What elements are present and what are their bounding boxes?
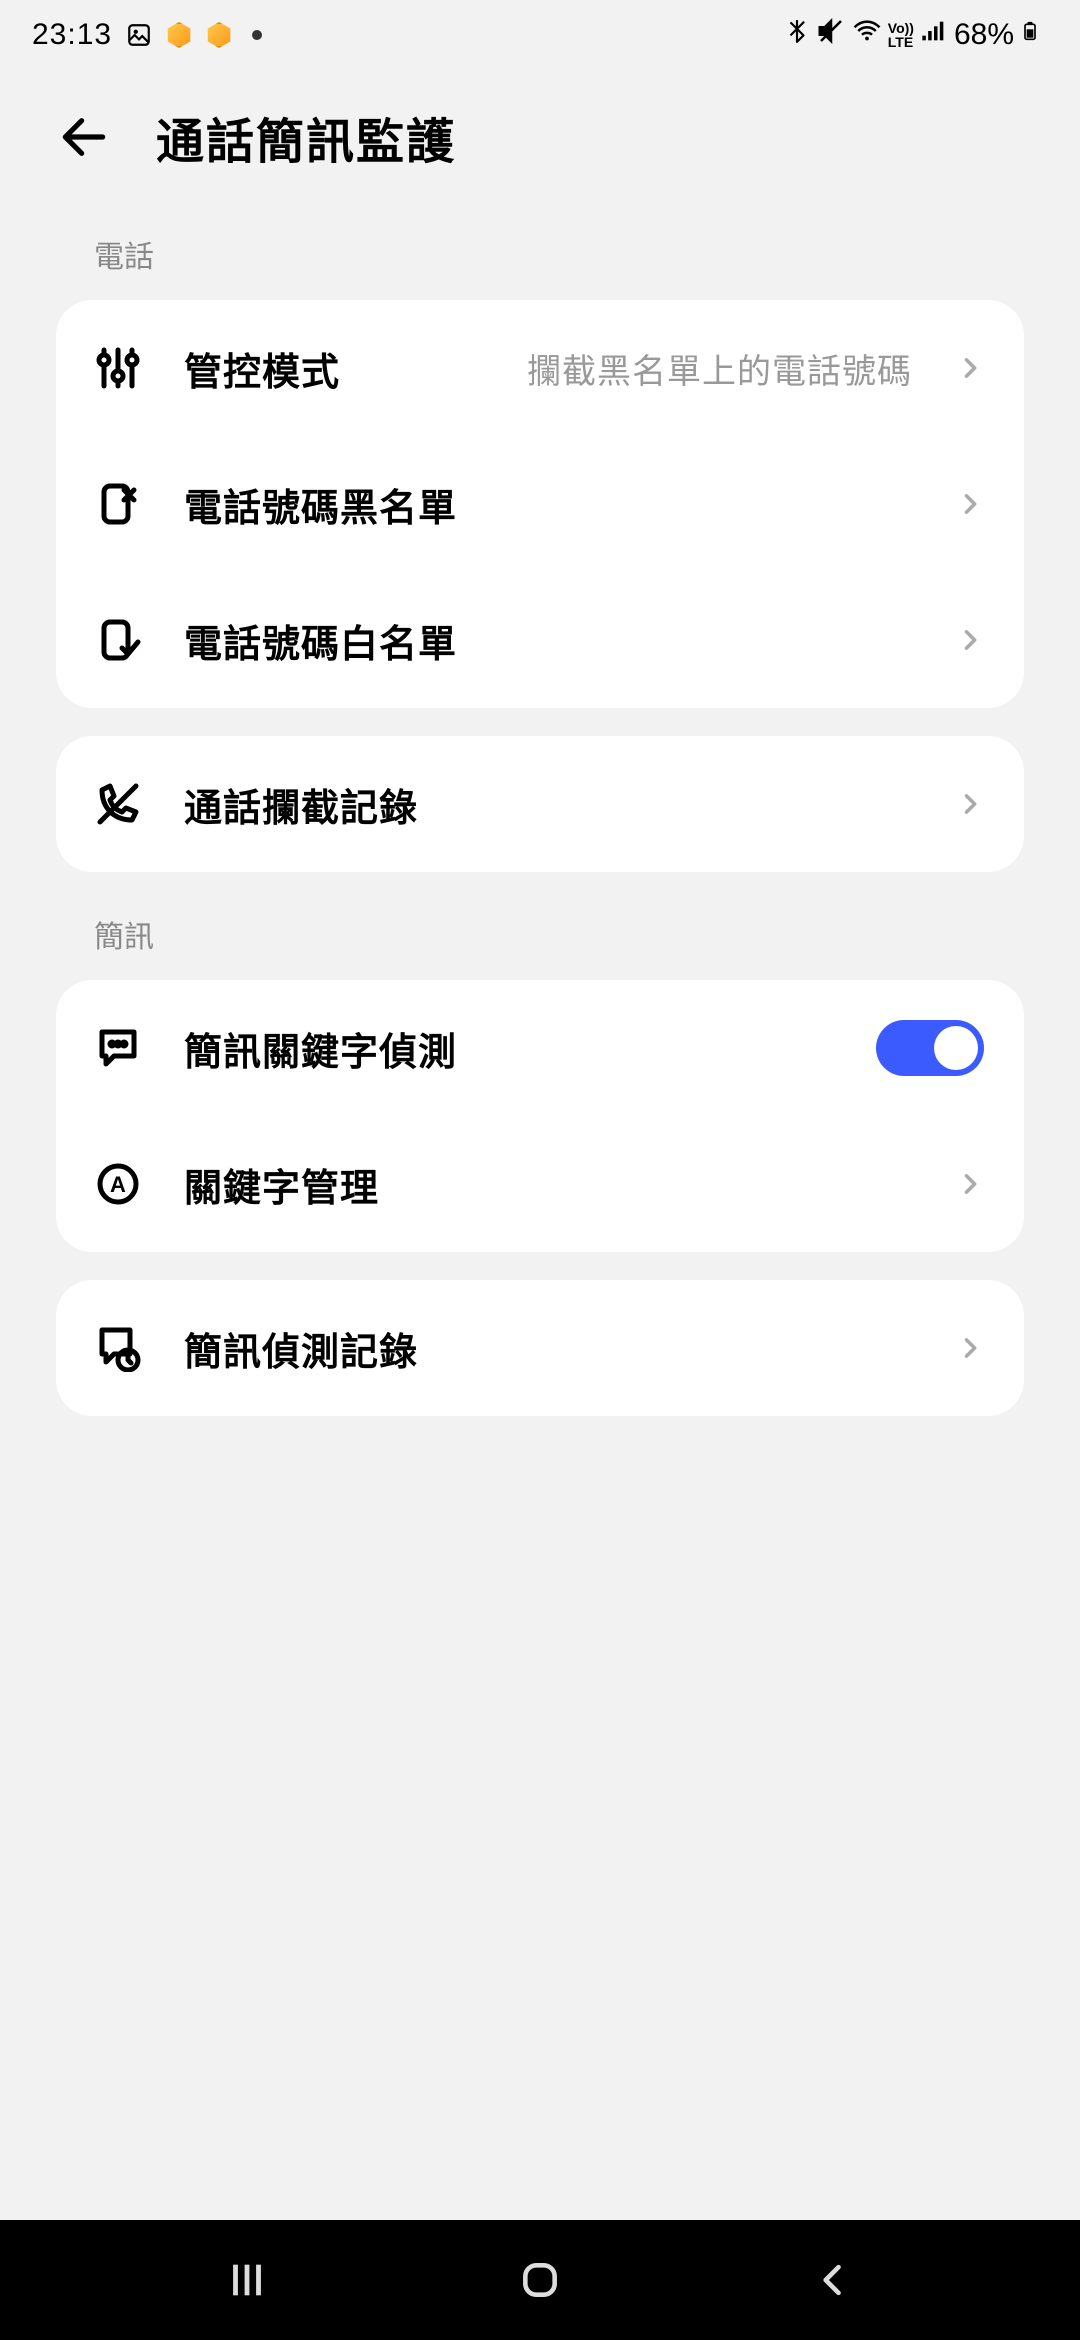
card-call-log: 通話攔截記錄 [56,736,1024,872]
row-label: 通話攔截記錄 [184,777,918,832]
row-phone-whitelist[interactable]: 電話號碼白名單 [56,572,1024,708]
keyword-icon: A [90,1156,146,1212]
system-nav-bar [0,2220,1080,2340]
chevron-right-icon [956,790,984,818]
back-button[interactable] [56,109,112,165]
row-label: 關鍵字管理 [184,1157,918,1212]
phone-whitelist-icon [90,612,146,668]
chevron-right-icon [956,490,984,518]
nav-back-button[interactable] [803,2250,863,2310]
row-phone-blacklist[interactable]: 電話號碼黑名單 [56,436,1024,572]
row-sms-detect-log[interactable]: 簡訊偵測記錄 [56,1280,1024,1416]
gallery-icon [126,22,152,48]
status-right: Vo))LTE 68% [784,16,1040,54]
signal-icon [920,17,948,53]
svg-text:A: A [110,1172,126,1197]
row-label: 管控模式 [184,341,489,396]
card-phone-settings: 管控模式 攔截黑名單上的電話號碼 電話號碼黑名單 電話號碼白名單 [56,300,1024,708]
row-sms-keyword-detect[interactable]: 簡訊關鍵字偵測 [56,980,1024,1116]
message-icon [90,1020,146,1076]
row-control-mode[interactable]: 管控模式 攔截黑名單上的電話號碼 [56,300,1024,436]
chevron-right-icon [956,1334,984,1362]
app-hex-icon-2 [206,22,232,48]
nav-home-button[interactable] [510,2250,570,2310]
section-label-sms: 簡訊 [0,900,1080,980]
battery-icon [1020,16,1040,54]
nav-recent-button[interactable] [217,2250,277,2310]
chevron-right-icon [956,354,984,382]
row-label: 簡訊關鍵字偵測 [184,1021,838,1076]
battery-percent: 68% [954,18,1014,52]
page-title: 通話簡訊監護 [156,102,456,172]
wifi-icon [852,16,882,54]
card-sms-log: 簡訊偵測記錄 [56,1280,1024,1416]
sliders-icon [90,340,146,396]
row-label: 簡訊偵測記錄 [184,1321,918,1376]
phone-blacklist-icon [90,476,146,532]
status-bar: 23:13 Vo))LTE 68% [0,0,1080,70]
app-hex-icon-1 [166,22,192,48]
chevron-right-icon [956,626,984,654]
status-time: 23:13 [32,18,112,52]
row-keyword-manage[interactable]: A 關鍵字管理 [56,1116,1024,1252]
section-label-phone: 電話 [0,220,1080,300]
toggle-sms-keyword[interactable] [876,1020,984,1076]
chevron-right-icon [956,1170,984,1198]
status-left: 23:13 [32,18,262,52]
more-notifications-dot-icon [252,30,262,40]
row-label: 電話號碼黑名單 [184,477,918,532]
page-header: 通話簡訊監護 [0,70,1080,220]
call-block-icon [90,776,146,832]
row-value: 攔截黑名單上的電話號碼 [527,344,912,393]
mute-icon [816,16,846,54]
bluetooth-icon [784,18,810,52]
row-label: 電話號碼白名單 [184,613,918,668]
card-sms-settings: 簡訊關鍵字偵測 A 關鍵字管理 [56,980,1024,1252]
message-log-icon [90,1320,146,1376]
toggle-knob [934,1026,978,1070]
row-call-block-log[interactable]: 通話攔截記錄 [56,736,1024,872]
volte-icon: Vo))LTE [888,21,914,49]
